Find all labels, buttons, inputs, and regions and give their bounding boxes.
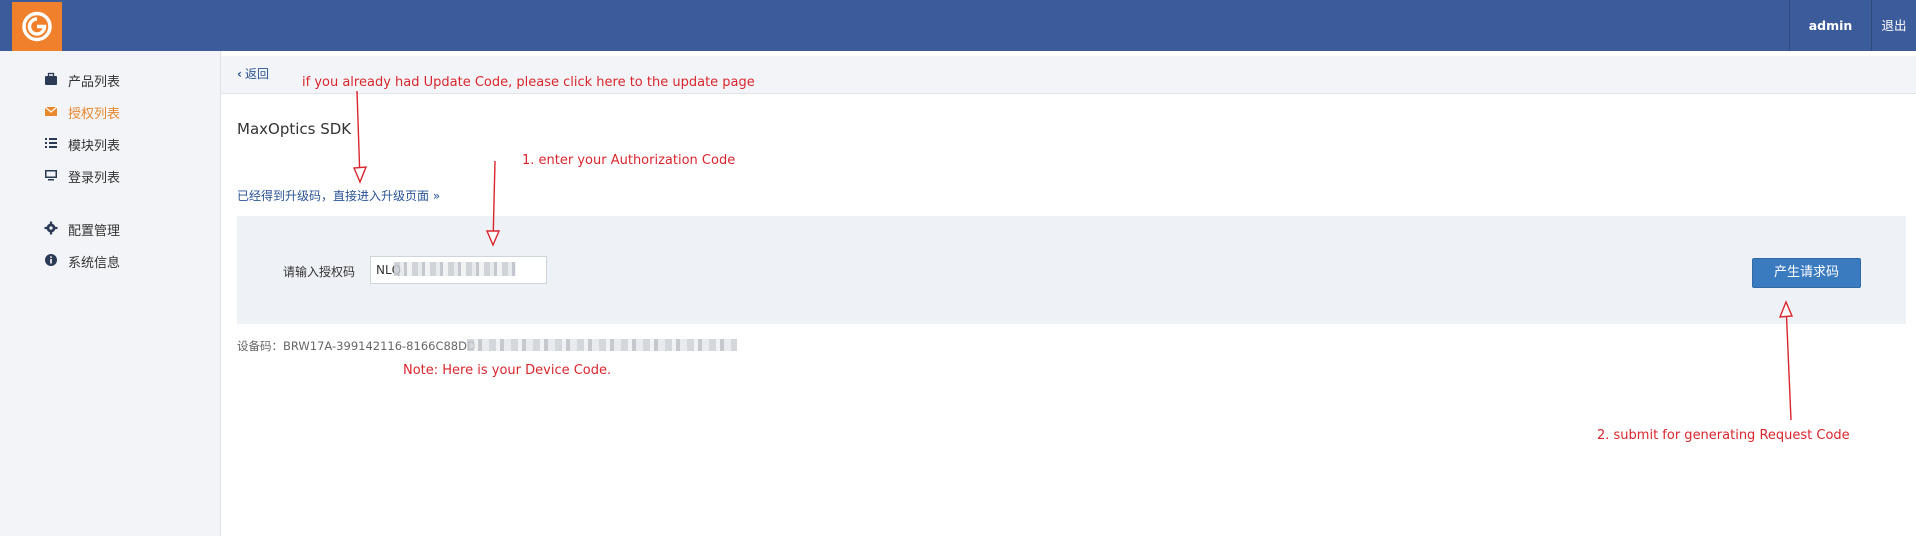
annotation-arrows — [352, 90, 1794, 421]
